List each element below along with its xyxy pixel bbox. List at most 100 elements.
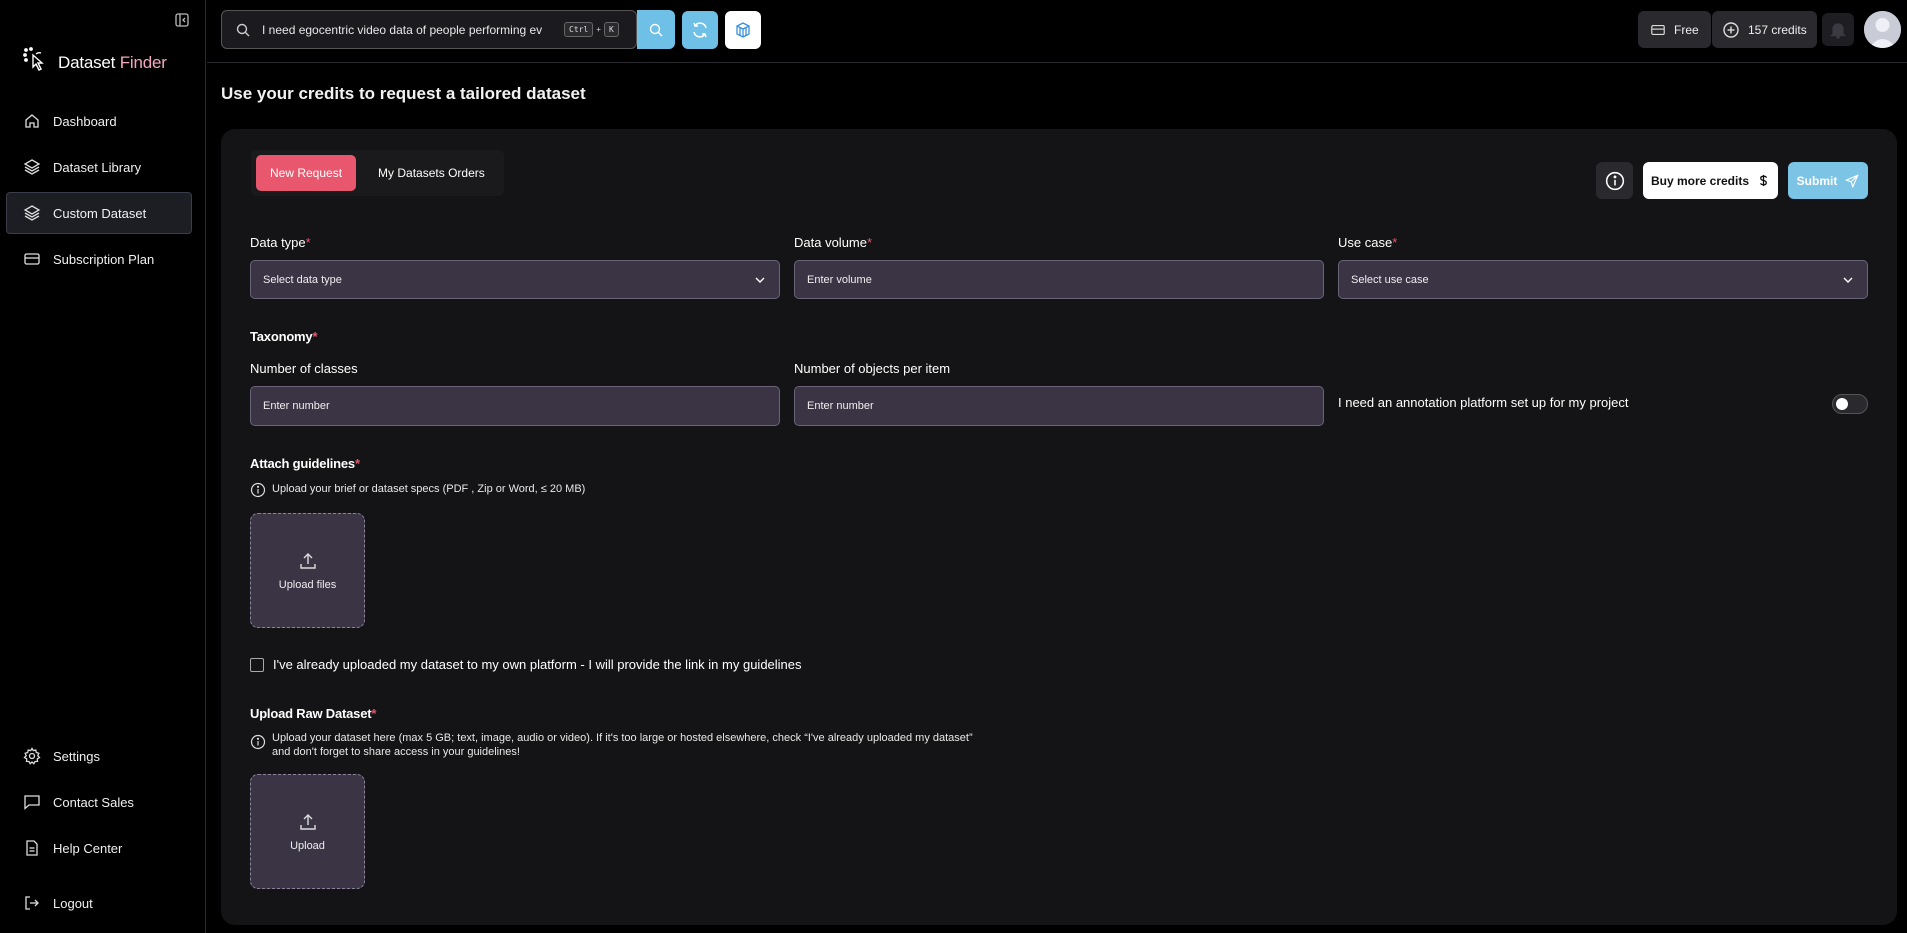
tab-new-request[interactable]: New Request (256, 155, 357, 191)
sidebar-item-logout[interactable]: Logout (6, 882, 192, 924)
annotation-platform-toggle[interactable] (1832, 394, 1868, 414)
data-type-placeholder: Select data type (263, 273, 342, 286)
send-icon (1845, 173, 1860, 188)
cube-icon (736, 22, 750, 38)
plan-label: Free (1674, 22, 1699, 37)
logout-button[interactable]: Logout (6, 882, 192, 928)
upload-raw-dropzone[interactable]: Upload (250, 774, 365, 889)
search-value[interactable]: I need egocentric video data of people p… (262, 23, 558, 37)
credits-label: 157 credits (1748, 22, 1807, 37)
sidebar-item-label: Logout (53, 895, 93, 911)
sidebar-item-settings[interactable]: Settings (6, 735, 192, 777)
user-avatar-icon (1864, 11, 1901, 48)
logout-icon (25, 896, 39, 910)
page-title: Use your credits to request a tailored d… (221, 84, 586, 103)
info-button[interactable] (1596, 162, 1633, 199)
already-uploaded-label: I've already uploaded my dataset to my o… (273, 657, 802, 672)
use-case-select[interactable]: Select use case (1338, 260, 1868, 299)
sidebar: Dataset Finder Dashboard Dataset Library… (0, 0, 206, 933)
app-name: Dataset Finder (58, 52, 167, 72)
sidebar-item-custom-dataset[interactable]: Custom Dataset (6, 192, 192, 234)
tab-my-datasets-orders[interactable]: My Datasets Orders (364, 155, 499, 191)
dollar-icon (1760, 174, 1767, 187)
chevron-down-icon (1843, 277, 1853, 283)
request-tabs: New Request My Datasets Orders (251, 150, 504, 196)
card-icon (1651, 24, 1665, 35)
annotation-toggle-label: I need an annotation platform set up for… (1338, 395, 1629, 410)
notifications-button[interactable] (1822, 13, 1854, 46)
raw-dataset-hint: Upload your dataset here (max 5 GB; text… (250, 731, 990, 759)
layers-icon (23, 159, 41, 175)
upload-icon (299, 552, 316, 569)
buy-more-credits-button[interactable]: Buy more credits (1643, 162, 1778, 199)
chevron-down-icon (755, 277, 765, 283)
info-icon (250, 734, 266, 750)
info-icon (250, 482, 266, 498)
info-icon (1605, 171, 1624, 190)
sidebar-item-label: Help Center (53, 840, 123, 856)
raw-dataset-title: Upload Raw Dataset* (250, 706, 377, 721)
sidebar-item-dataset-library[interactable]: Dataset Library (6, 146, 192, 188)
gear-icon (23, 747, 41, 765)
keyboard-shortcut: Ctrl + K (564, 22, 619, 37)
card-icon (24, 253, 40, 265)
plus-circle-icon (1723, 21, 1739, 38)
sidebar-item-label: Dataset Library (53, 159, 142, 175)
upload-files-label: Upload files (278, 578, 337, 591)
sidebar-item-subscription-plan[interactable]: Subscription Plan (6, 238, 192, 280)
refresh-icon (693, 22, 707, 38)
document-icon (26, 840, 38, 856)
data-volume-placeholder: Enter volume (807, 273, 872, 286)
bell-icon (1830, 22, 1846, 39)
sidebar-bottom-nav: Settings Contact Sales Help Center (6, 735, 192, 873)
use-case-label: Use case* (1338, 235, 1398, 250)
already-uploaded-checkbox[interactable] (250, 657, 264, 672)
use-case-placeholder: Select use case (1351, 273, 1429, 286)
classes-label: Number of classes (250, 361, 358, 376)
sidebar-item-label: Settings (53, 748, 100, 764)
chat-icon (24, 795, 40, 810)
data-type-select[interactable]: Select data type (250, 260, 780, 299)
sidebar-item-label: Contact Sales (53, 794, 134, 810)
objects-label: Number of objects per item (794, 361, 951, 376)
classes-placeholder: Enter number (263, 400, 330, 412)
upload-files-dropzone[interactable]: Upload files (250, 513, 365, 628)
upload-icon (299, 813, 316, 830)
search-icon (236, 23, 250, 36)
logo-icon (22, 46, 50, 79)
sidebar-item-help-center[interactable]: Help Center (6, 827, 192, 869)
buy-more-credits-label: Buy more credits (1650, 173, 1750, 188)
search-button[interactable] (637, 10, 675, 49)
classes-input[interactable]: Enter number (250, 386, 780, 426)
toggle-knob (1836, 398, 1848, 410)
guidelines-hint: Upload your brief or dataset specs (PDF … (250, 482, 585, 498)
request-form-card: New Request My Datasets Orders Buy more … (221, 129, 1897, 925)
data-volume-label: Data volume* (794, 235, 873, 250)
already-uploaded-row: I've already uploaded my dataset to my o… (250, 657, 802, 672)
data-volume-input[interactable]: Enter volume (794, 260, 1324, 299)
upload-label: Upload (290, 839, 325, 852)
refresh-button[interactable] (682, 11, 718, 49)
topbar: I need egocentric video data of people p… (207, 0, 1907, 63)
objects-placeholder: Enter number (807, 400, 874, 412)
logo[interactable]: Dataset Finder (22, 46, 167, 79)
sidebar-item-label: Dashboard (53, 113, 117, 129)
sidebar-item-label: Subscription Plan (53, 251, 155, 267)
sidebar-collapse-icon[interactable] (174, 12, 190, 28)
search-icon (649, 23, 663, 36)
sidebar-item-contact-sales[interactable]: Contact Sales (6, 781, 192, 823)
search-input[interactable]: I need egocentric video data of people p… (221, 10, 637, 49)
layers-icon (23, 205, 41, 221)
cube-button[interactable] (725, 11, 761, 49)
objects-input[interactable]: Enter number (794, 386, 1324, 426)
sidebar-item-label: Custom Dataset (53, 205, 147, 221)
submit-button[interactable]: Submit (1788, 162, 1868, 199)
taxonomy-title: Taxonomy* (250, 329, 318, 344)
credits-badge[interactable]: 157 credits (1712, 11, 1817, 48)
sidebar-item-dashboard[interactable]: Dashboard (6, 100, 192, 142)
avatar[interactable] (1864, 11, 1901, 48)
plan-badge[interactable]: Free (1638, 11, 1711, 48)
guidelines-title: Attach guidelines* (250, 456, 360, 471)
data-type-label: Data type* (250, 235, 311, 250)
home-icon (25, 114, 39, 128)
